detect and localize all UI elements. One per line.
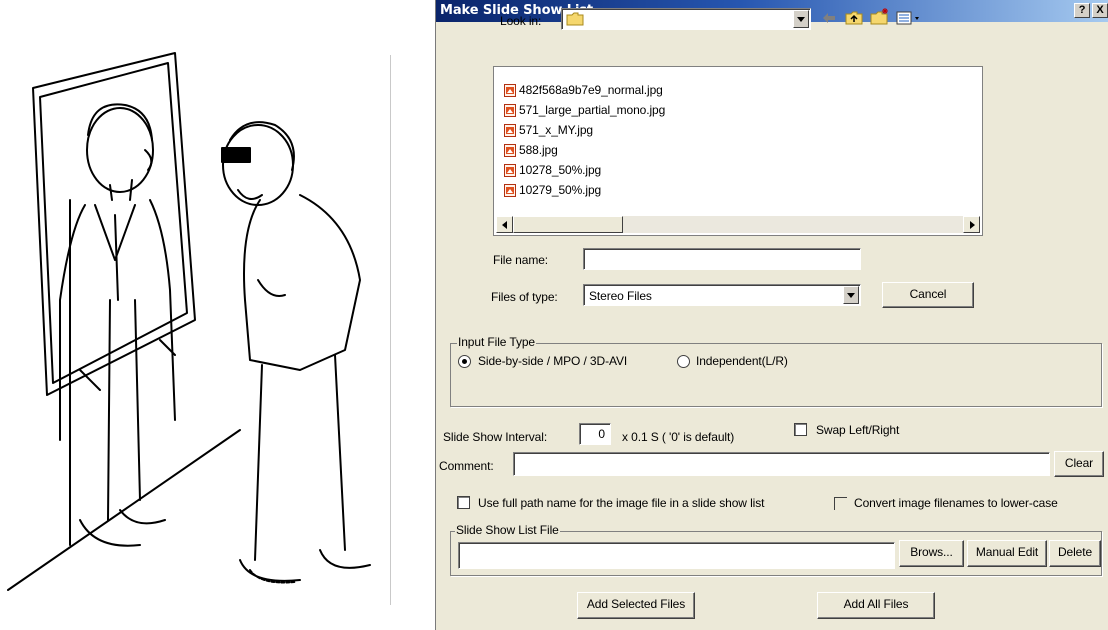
manual-edit-button[interactable]: Manual Edit — [967, 540, 1047, 567]
file-name: 10278_50%.jpg — [519, 163, 602, 177]
independent-radio[interactable] — [677, 355, 690, 368]
image-file-icon — [504, 163, 516, 177]
image-file-icon — [504, 103, 516, 117]
interval-value: 0 — [598, 427, 605, 441]
file-name: 571_x_MY.jpg — [519, 123, 593, 137]
add-selected-files-button[interactable]: Add Selected Files — [577, 592, 695, 619]
input-file-type-label: Input File Type — [457, 335, 536, 349]
full-path-label: Use full path name for the image file in… — [478, 496, 765, 510]
list-item[interactable]: 10279_50%.jpg — [504, 181, 601, 199]
look-in-dropdown-arrow[interactable] — [793, 10, 809, 28]
interval-input[interactable]: 0 — [579, 423, 611, 445]
files-of-type-label: Files of type: — [491, 290, 558, 304]
browse-button[interactable]: Brows... — [899, 540, 964, 567]
delete-button[interactable]: Delete — [1049, 540, 1101, 567]
clear-button[interactable]: Clear — [1054, 451, 1104, 477]
side-by-side-label: Side-by-side / MPO / 3D-AVI — [478, 354, 628, 368]
cancel-button[interactable]: Cancel — [882, 282, 974, 308]
file-name: 482f568a9b7e9_normal.jpg — [519, 83, 663, 97]
add-all-files-button[interactable]: Add All Files — [817, 592, 935, 619]
comment-input[interactable] — [513, 452, 1050, 476]
swap-left-right-checkbox[interactable] — [794, 423, 807, 436]
full-path-checkbox[interactable] — [457, 496, 470, 509]
look-in-combobox[interactable] — [561, 8, 811, 30]
image-file-icon — [504, 183, 516, 197]
scroll-right-button[interactable] — [963, 216, 980, 233]
input-file-type-group — [450, 343, 1102, 407]
up-folder-icon[interactable] — [845, 10, 863, 25]
list-item[interactable]: 10278_50%.jpg — [504, 161, 601, 179]
file-name: 571_large_partial_mono.jpg — [519, 103, 666, 117]
look-in-label: Look in: — [500, 14, 542, 28]
image-file-icon — [504, 123, 516, 137]
file-name: 588.jpg — [519, 143, 558, 157]
chevron-down-icon — [847, 293, 855, 298]
make-slide-show-list-dialog: Make Slide Show List ? X Look in: 482f56… — [435, 0, 1108, 630]
file-name: 10279_50%.jpg — [519, 183, 602, 197]
list-item[interactable]: 571_x_MY.jpg — [504, 121, 593, 139]
help-button[interactable]: ? — [1074, 3, 1090, 18]
scroll-left-button[interactable] — [496, 216, 513, 233]
interval-label: Slide Show Interval: — [443, 430, 548, 444]
file-name-label: File name: — [493, 253, 549, 267]
new-folder-icon[interactable] — [870, 8, 890, 25]
side-by-side-radio[interactable] — [458, 355, 471, 368]
lowercase-label: Convert image filenames to lower-case — [854, 496, 1058, 510]
close-button[interactable]: X — [1092, 3, 1108, 18]
file-name-input[interactable] — [583, 248, 861, 270]
radio-selected-dot — [462, 359, 467, 364]
list-item[interactable]: 482f568a9b7e9_normal.jpg — [504, 81, 663, 99]
slide-show-list-file-label: Slide Show List File — [455, 523, 560, 537]
left-arrow-icon — [502, 221, 507, 229]
files-of-type-dropdown-arrow[interactable] — [843, 286, 859, 304]
folder-icon — [566, 12, 584, 26]
comment-label: Comment: — [439, 459, 494, 473]
independent-label: Independent(L/R) — [696, 354, 788, 368]
illustration-divider — [390, 55, 391, 605]
swap-left-right-label: Swap Left/Right — [816, 423, 900, 437]
files-of-type-select[interactable]: Stereo Files — [583, 284, 861, 306]
view-menu-icon[interactable] — [896, 11, 922, 25]
chevron-down-icon — [797, 17, 805, 22]
horizontal-scrollbar[interactable] — [496, 216, 980, 233]
list-item[interactable]: 588.jpg — [504, 141, 558, 159]
list-item[interactable]: 571_large_partial_mono.jpg — [504, 101, 665, 119]
files-of-type-value: Stereo Files — [589, 289, 652, 303]
image-file-icon — [504, 83, 516, 97]
back-arrow-icon[interactable] — [822, 12, 836, 24]
slide-show-list-file-input[interactable] — [458, 542, 895, 569]
file-list[interactable]: 482f568a9b7e9_normal.jpg 571_large_parti… — [493, 66, 983, 236]
right-arrow-icon — [970, 221, 975, 229]
cartoon-illustration — [7, 52, 371, 591]
image-file-icon — [504, 143, 516, 157]
scroll-thumb[interactable] — [513, 216, 623, 233]
lowercase-checkbox[interactable] — [834, 497, 847, 510]
interval-hint: x 0.1 S ( '0' is default) — [622, 430, 735, 444]
